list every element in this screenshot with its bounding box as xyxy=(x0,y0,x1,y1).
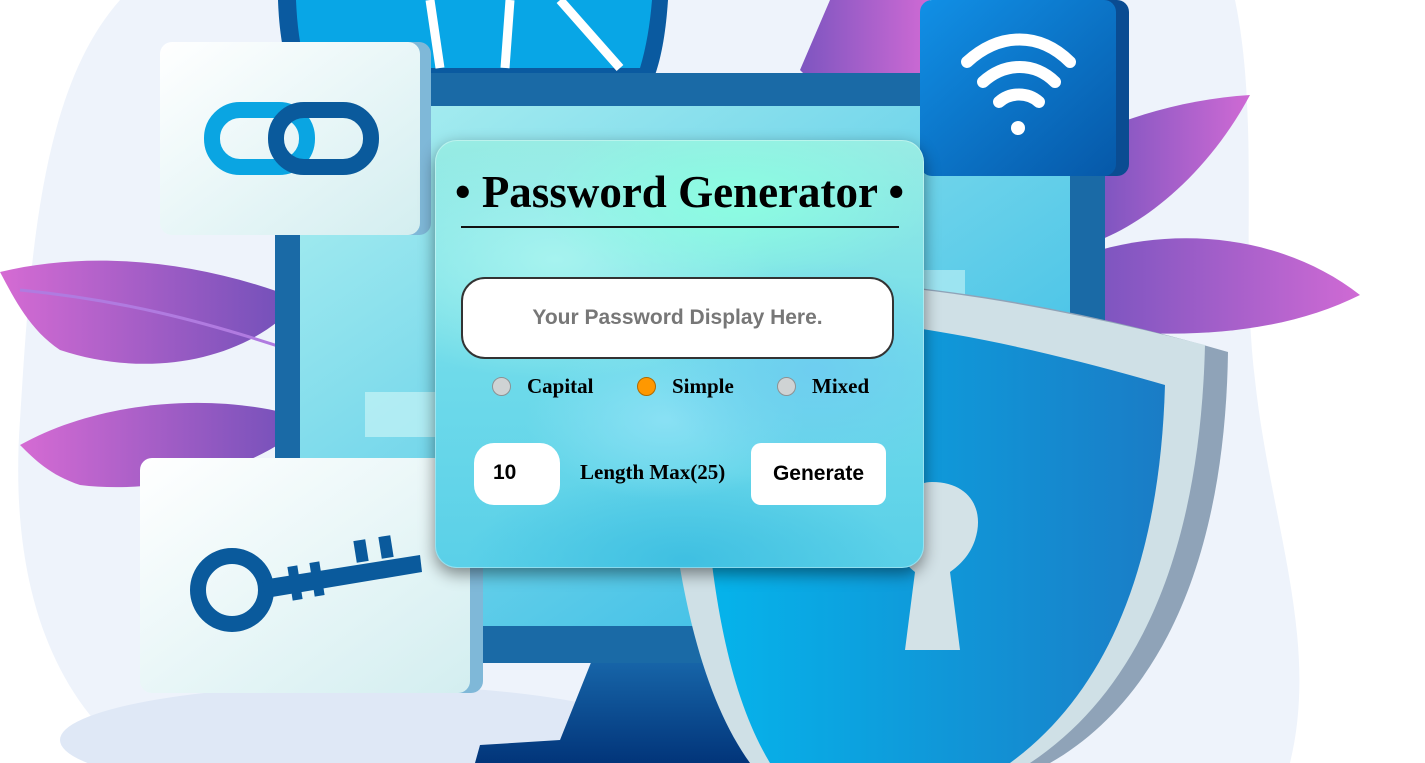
option-capital[interactable]: Capital xyxy=(492,374,594,399)
simple-radio[interactable] xyxy=(637,377,656,396)
password-placeholder: Your Password Display Here. xyxy=(532,306,823,329)
mixed-radio[interactable] xyxy=(777,377,796,396)
length-input[interactable]: 10 xyxy=(474,443,560,505)
password-generator-card: • Password Generator • Your Password Dis… xyxy=(435,140,924,568)
capital-label: Capital xyxy=(527,374,594,398)
wifi-icon xyxy=(920,0,1129,176)
mixed-label: Mixed xyxy=(812,374,870,398)
password-display-field[interactable]: Your Password Display Here. xyxy=(461,277,894,359)
option-mixed[interactable]: Mixed xyxy=(777,374,869,399)
capital-radio[interactable] xyxy=(492,377,511,396)
page-title: • Password Generator • xyxy=(454,167,905,217)
generate-button[interactable]: Generate xyxy=(751,443,886,505)
key-icon xyxy=(140,458,483,693)
link-icon xyxy=(160,42,431,235)
option-simple[interactable]: Simple xyxy=(637,374,734,399)
simple-label: Simple xyxy=(672,374,734,398)
length-label: Length Max(25) xyxy=(580,460,726,484)
title-divider xyxy=(461,226,899,228)
